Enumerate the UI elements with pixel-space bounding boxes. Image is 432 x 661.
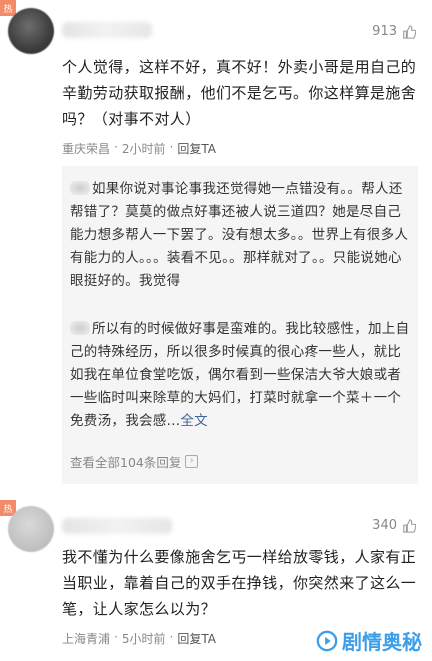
comment-meta: 上海青浦 · 5小时前 · 回复TA bbox=[62, 630, 216, 647]
hot-badge: 热 bbox=[0, 0, 16, 16]
reply-username[interactable] bbox=[70, 181, 90, 195]
username[interactable] bbox=[62, 22, 152, 38]
reply-list-icon: › bbox=[185, 455, 199, 468]
reply-item[interactable]: 所以有的时候做好事是蛮难的。我比较感性，加上自己的特殊经历，所以很多时候真的很心… bbox=[70, 318, 410, 433]
avatar[interactable] bbox=[8, 506, 54, 552]
location: 上海青浦 bbox=[62, 632, 111, 646]
like-count: 340 bbox=[372, 518, 397, 533]
comment-card: 热 913 个人觉得，这样不好，真不好！外卖小哥是用自己的辛勤劳动获取报酬，他们… bbox=[0, 0, 432, 500]
replies-box: 如果你说对事论事我还觉得她一点错没有。。帮人还帮错了？莫莫的做点好事还被人说三道… bbox=[62, 166, 418, 484]
reply-button[interactable]: 回复TA bbox=[177, 630, 216, 647]
reply-text: 如果你说对事论事我还觉得她一点错没有。。帮人还帮错了？莫莫的做点好事还被人说三道… bbox=[70, 181, 409, 289]
comment-text: 我不懂为什么要像施舍乞丐一样给放零钱，人家有正当职业，靠着自己的双手在挣钱，你突… bbox=[62, 548, 417, 618]
timestamp: 2小时前 bbox=[121, 142, 166, 156]
thumbs-up-icon bbox=[403, 518, 416, 533]
like-button[interactable]: 340 bbox=[372, 518, 416, 533]
like-button[interactable]: 913 bbox=[372, 24, 416, 39]
play-icon bbox=[316, 630, 338, 651]
comment-text: 个人觉得，这样不好，真不好！外卖小哥是用自己的辛勤劳动获取报酬，他们不是乞丐。你… bbox=[62, 58, 417, 128]
timestamp: 5小时前 bbox=[121, 632, 166, 646]
view-all-replies-button[interactable]: 查看全部104条回复 › bbox=[70, 452, 199, 471]
watermark-text: 剧情奥秘 bbox=[342, 630, 422, 654]
username[interactable] bbox=[62, 518, 172, 534]
full-text-link[interactable]: 全文 bbox=[180, 413, 208, 429]
reply-text: 所以有的时候做好事是蛮难的。我比较感性，加上自己的特殊经历，所以很多时候真的很心… bbox=[70, 321, 410, 429]
like-count: 913 bbox=[372, 24, 397, 39]
reply-item[interactable]: 如果你说对事论事我还觉得她一点错没有。。帮人还帮错了？莫莫的做点好事还被人说三道… bbox=[70, 178, 410, 293]
comment-meta: 重庆荣昌 · 2小时前 · 回复TA bbox=[62, 140, 216, 157]
watermark: 剧情奥秘 bbox=[316, 626, 422, 655]
avatar[interactable] bbox=[8, 8, 54, 54]
reply-button[interactable]: 回复TA bbox=[177, 140, 216, 157]
location: 重庆荣昌 bbox=[62, 142, 111, 156]
thumbs-up-icon bbox=[403, 24, 416, 39]
view-all-label: 查看全部104条回复 bbox=[70, 455, 182, 470]
reply-username[interactable] bbox=[70, 321, 90, 335]
